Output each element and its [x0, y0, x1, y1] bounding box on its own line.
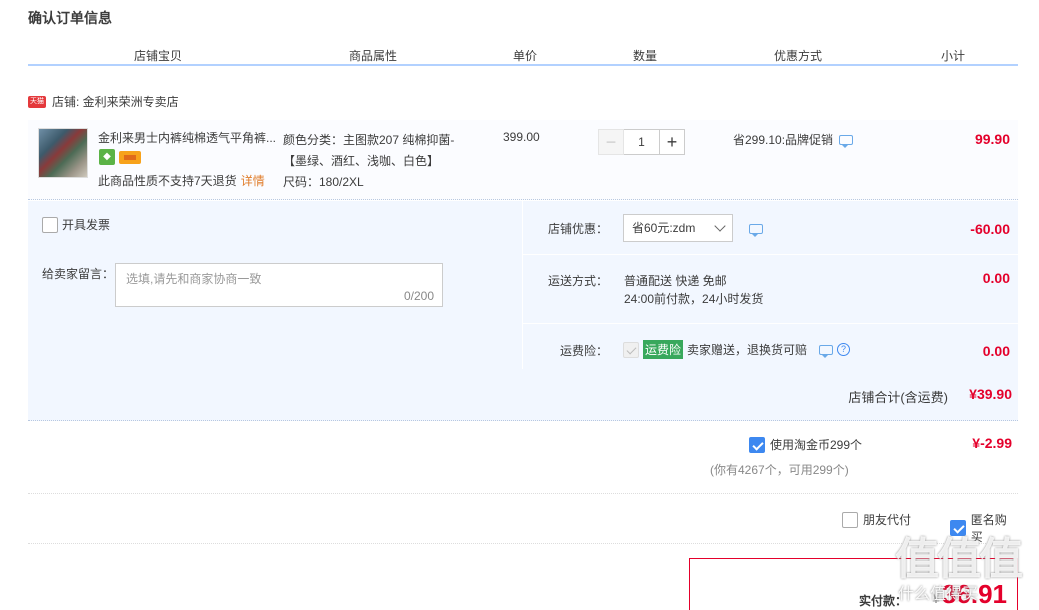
product-name[interactable]: 金利来男士内裤纯棉透气平角裤... — [98, 129, 278, 146]
chat-icon[interactable] — [839, 134, 854, 148]
message-counter: 0/200 — [403, 289, 434, 303]
column-header-item: 店铺宝贝 — [133, 49, 182, 63]
guarantee-badge-icon: ◆ — [99, 149, 115, 165]
tmall-icon: 天猫 — [28, 95, 46, 108]
insurance-amount: 0.00 — [982, 343, 1010, 359]
quantity-input[interactable]: 1 — [624, 129, 659, 155]
shop-discount-value: 省60元:zdm — [632, 221, 696, 235]
promo-text: 省299.10:品牌促销 — [733, 133, 834, 147]
message-label: 给卖家留言： — [42, 267, 115, 281]
insurance-info: 运费险 卖家赠送，退换货可赔 ? — [623, 340, 851, 359]
insurance-label: 运费险： — [560, 344, 609, 358]
increase-button[interactable]: + — [659, 129, 685, 155]
shop-total-label: 店铺合计(含运费) — [848, 390, 948, 405]
invoice-option[interactable]: 开具发票 — [42, 216, 110, 233]
attr-color-list: 【墨绿、酒红、浅咖、白色】 — [283, 154, 440, 168]
shipping-time: 24:00前付款，24小时发货 — [624, 292, 764, 306]
help-icon[interactable]: ? — [837, 343, 851, 356]
friend-pay-checkbox[interactable] — [842, 511, 858, 528]
shipping-amount: 0.00 — [982, 270, 1010, 286]
shop-total-amount: ¥39.90 — [969, 386, 1012, 402]
insurance-checkbox — [623, 341, 639, 358]
shop-total-bar: 店铺合计(含运费) ¥39.90 — [28, 369, 1018, 421]
promo-info: 省299.10:品牌促销 — [733, 131, 854, 148]
insurance-tag: 运费险 — [643, 340, 684, 359]
shop-discount-select[interactable]: 省60元:zdm — [623, 214, 733, 242]
no-return-notice: 此商品性质不支持7天退货 详情 — [98, 172, 265, 189]
product-attributes: 颜色分类：主图款207 纯棉抑菌- 【墨绿、酒红、浅咖、白色】 尺码：180/2… — [283, 130, 454, 193]
shipping-info: 普通配送 快递 免邮 24:00前付款，24小时发货 — [624, 272, 763, 308]
watermark-logo: 值值值 — [895, 535, 1023, 584]
coin-label: 使用淘金币299个 — [770, 438, 863, 452]
item-subtotal: 99.90 — [974, 131, 1010, 147]
order-extra-panel: 开具发票 给卖家留言： 选填,请先和商家协商一致 0/200 — [28, 201, 522, 369]
watermark-text: 什么值得买 — [898, 586, 979, 603]
attr-color: 颜色分类：主图款207 纯棉抑菌- — [283, 133, 455, 147]
unit-price: 399.00 — [503, 130, 540, 144]
seller-message-input[interactable]: 选填,请先和商家协商一致 0/200 — [115, 263, 443, 307]
coin-balance: (你有4267个，可用299个) — [710, 463, 849, 477]
invoice-label: 开具发票 — [62, 218, 111, 232]
column-header-subtotal: 小计 — [940, 49, 965, 63]
coin-checkbox[interactable] — [749, 436, 765, 453]
order-item-row: 金利来男士内裤纯棉透气平角裤... ◆ 此商品性质不支持7天退货 详情 颜色分类：… — [28, 120, 1018, 200]
product-thumbnail[interactable] — [38, 128, 88, 178]
invoice-checkbox[interactable] — [42, 216, 58, 233]
no-return-text: 此商品性质不支持7天退货 — [98, 174, 237, 188]
quantity-stepper: − 1 + — [598, 129, 685, 155]
column-header-price: 单价 — [512, 49, 537, 63]
detail-link[interactable]: 详情 — [241, 174, 265, 188]
taobao-coin-row: 使用淘金币299个 (你有4267个，可用299个) ¥-2.99 — [28, 421, 1018, 494]
column-header-row: 店铺宝贝 商品属性 单价 数量 优惠方式 小计 — [28, 44, 1018, 66]
shop-discount-amount: -60.00 — [970, 221, 1010, 237]
shop-name[interactable]: 店铺: 金利来荣洲专卖店 — [52, 93, 179, 110]
shop-row: 天猫 店铺: 金利来荣洲专卖店 — [28, 93, 179, 110]
attr-size: 尺码：180/2XL — [283, 175, 364, 189]
chat-icon[interactable] — [819, 344, 834, 358]
column-header-qty: 数量 — [632, 49, 657, 63]
message-placeholder: 选填,请先和商家协商一致 — [126, 272, 262, 286]
shipping-label: 运送方式： — [548, 274, 609, 288]
page-title: 确认订单信息 — [28, 10, 112, 26]
shipping-method: 普通配送 快递 免邮 — [624, 274, 727, 288]
chevron-down-icon — [714, 220, 726, 232]
column-header-attr: 商品属性 — [348, 49, 397, 63]
shop-discount-panel: 店铺优惠： 省60元:zdm -60.00 运送方式： 普通配送 快递 免邮 2… — [522, 201, 1019, 369]
shop-discount-label: 店铺优惠： — [548, 222, 609, 236]
chat-icon[interactable] — [749, 224, 763, 237]
payment-options-row: 朋友代付 匿名购买 — [28, 494, 1018, 544]
column-header-promo: 优惠方式 — [773, 49, 822, 63]
coin-option[interactable]: 使用淘金币299个 — [749, 436, 862, 453]
decrease-button[interactable]: − — [598, 129, 624, 155]
insurance-text: 卖家赠送，退换货可赔 — [687, 343, 808, 357]
card-payment-icon — [119, 151, 141, 164]
coin-amount: ¥-2.99 — [972, 435, 1012, 451]
